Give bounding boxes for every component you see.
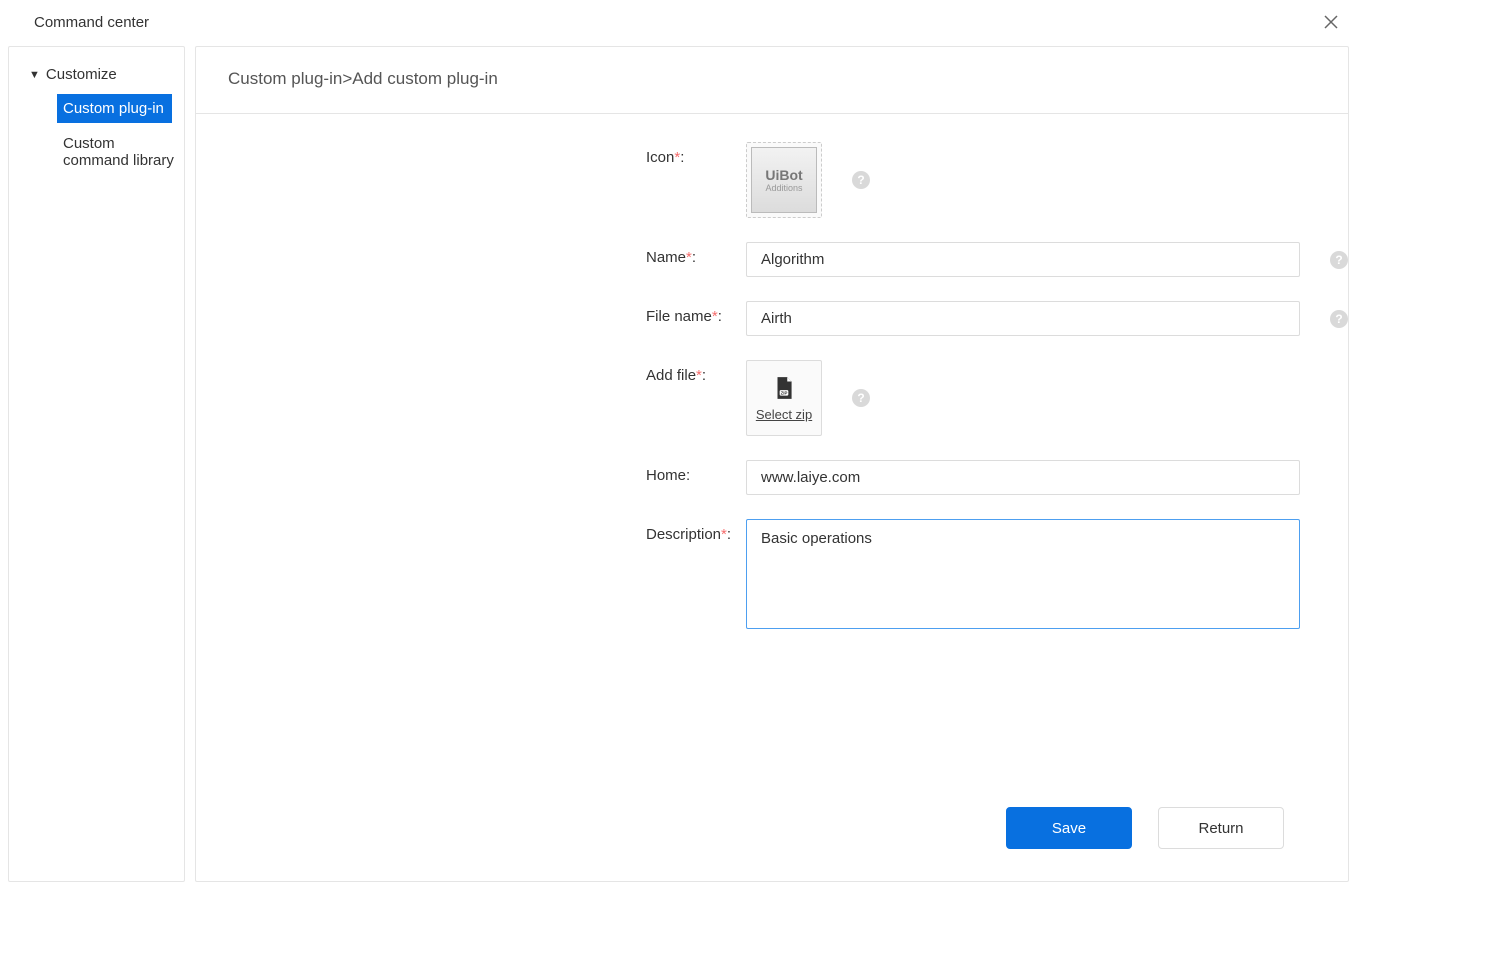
name-input[interactable] — [746, 242, 1300, 277]
row-filename: File name*: ? — [196, 301, 1348, 336]
row-name: Name*: ? — [196, 242, 1348, 277]
breadcrumb-parent[interactable]: Custom plug-in — [228, 69, 342, 88]
icon-preview: UiBot Additions — [751, 147, 817, 213]
name-control: ? — [746, 242, 1348, 277]
home-input[interactable] — [746, 460, 1300, 495]
row-addfile: Add file*: ZIP Select zip ? — [196, 360, 1348, 436]
description-textarea[interactable] — [746, 519, 1300, 629]
label-home: Home: — [196, 460, 746, 484]
form-area: Icon*: UiBot Additions ? — [196, 114, 1348, 881]
help-icon[interactable]: ? — [1330, 310, 1348, 328]
breadcrumb: Custom plug-in>Add custom plug-in — [196, 47, 1348, 114]
chevron-down-icon: ▼ — [29, 69, 40, 81]
titlebar: Command center — [0, 0, 1357, 46]
breadcrumb-separator: > — [342, 69, 352, 88]
filename-control: ? — [746, 301, 1348, 336]
sidebar-item-custom-command-library[interactable]: Custom command library — [57, 129, 184, 175]
return-button[interactable]: Return — [1158, 807, 1284, 849]
footer-buttons: Save Return — [1006, 807, 1284, 849]
sidebar-item-custom-plugin[interactable]: Custom plug-in — [57, 94, 172, 123]
row-home: Home: — [196, 460, 1348, 495]
command-center-window: Command center ▼ Customize Custom plug-i… — [0, 0, 1357, 882]
select-zip-label: Select zip — [756, 407, 812, 422]
zip-file-icon: ZIP — [771, 375, 797, 404]
label-description: Description*: — [196, 519, 746, 543]
tree-parent-label: Customize — [46, 66, 117, 83]
select-zip-button[interactable]: ZIP Select zip — [746, 360, 822, 436]
label-addfile: Add file*: — [196, 360, 746, 384]
help-icon[interactable]: ? — [1330, 251, 1348, 269]
addfile-control: ZIP Select zip ? — [746, 360, 870, 436]
help-icon[interactable]: ? — [852, 171, 870, 189]
tree-parent-customize[interactable]: ▼ Customize — [9, 61, 184, 88]
label-icon: Icon*: — [196, 142, 746, 166]
label-filename: File name*: — [196, 301, 746, 325]
home-control — [746, 460, 1300, 495]
close-icon[interactable] — [1321, 12, 1341, 32]
tree-children: Custom plug-in Custom command library — [9, 94, 184, 181]
icon-upload-box[interactable]: UiBot Additions — [746, 142, 822, 218]
help-icon[interactable]: ? — [852, 389, 870, 407]
main-panel: Custom plug-in>Add custom plug-in Icon*:… — [195, 46, 1349, 882]
row-icon: Icon*: UiBot Additions ? — [196, 142, 1348, 218]
filename-input[interactable] — [746, 301, 1300, 336]
description-control — [746, 519, 1300, 629]
svg-text:ZIP: ZIP — [781, 390, 788, 395]
row-description: Description*: — [196, 519, 1348, 629]
label-name: Name*: — [196, 242, 746, 266]
content-area: ▼ Customize Custom plug-in Custom comman… — [0, 46, 1357, 882]
window-title: Command center — [34, 14, 149, 31]
breadcrumb-current: Add custom plug-in — [352, 69, 498, 88]
sidebar: ▼ Customize Custom plug-in Custom comman… — [8, 46, 185, 882]
icon-control: UiBot Additions ? — [746, 142, 870, 218]
save-button[interactable]: Save — [1006, 807, 1132, 849]
